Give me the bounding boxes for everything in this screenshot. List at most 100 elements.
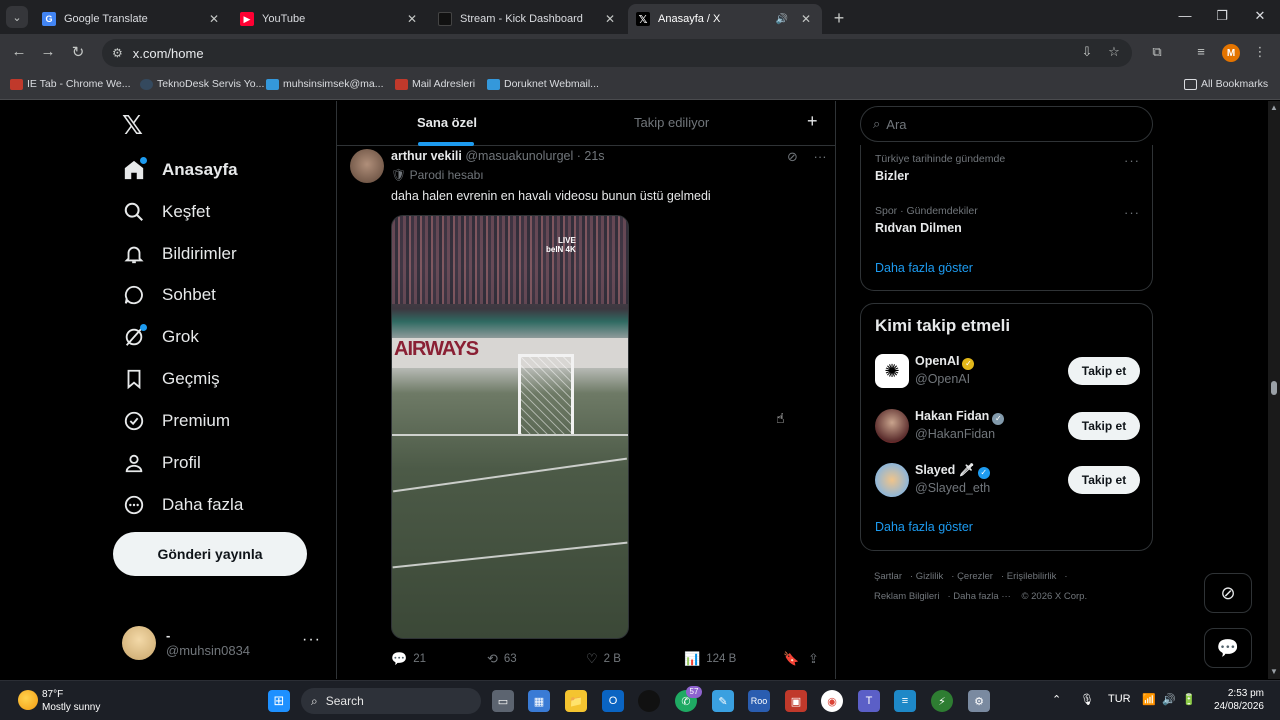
chrome-icon[interactable]: ◉ bbox=[821, 690, 843, 712]
weather-widget[interactable]: 87°F Mostly sunny bbox=[42, 688, 100, 714]
share-button[interactable]: ⇪ bbox=[808, 651, 825, 667]
task-view-icon[interactable]: ▭ bbox=[492, 690, 514, 712]
store-icon[interactable]: ▦ bbox=[528, 690, 550, 712]
nav-home[interactable]: Anasayfa bbox=[122, 155, 238, 185]
install-app-icon[interactable]: ⇩ bbox=[1078, 44, 1096, 60]
app-icon[interactable] bbox=[638, 690, 660, 712]
tab-kick-dashboard[interactable]: Stream - Kick Dashboard ✕ bbox=[430, 4, 626, 34]
bookmark-ie-tab[interactable]: IE Tab - Chrome We... bbox=[10, 78, 130, 90]
close-window-icon[interactable]: ✕ bbox=[1250, 8, 1270, 24]
page-scrollbar[interactable]: ▲ ▼ bbox=[1268, 101, 1280, 679]
address-bar[interactable]: ⚙ x.com/home bbox=[102, 39, 1132, 67]
like-button[interactable]: ♡ 2 B bbox=[586, 651, 621, 667]
profile-avatar[interactable]: M bbox=[1222, 44, 1240, 62]
messages-fab-icon[interactable]: 💬 bbox=[1204, 628, 1252, 668]
follow-button[interactable]: Takip et bbox=[1068, 412, 1140, 440]
taskbar-search[interactable]: ⌕ Search bbox=[301, 688, 481, 714]
weather-sun-icon[interactable] bbox=[18, 690, 38, 710]
scroll-up-icon[interactable]: ▲ bbox=[1268, 103, 1280, 112]
all-bookmarks[interactable]: All Bookmarks bbox=[1184, 78, 1268, 90]
microphone-icon[interactable]: 🎙 bbox=[1080, 693, 1094, 706]
reload-icon[interactable]: ↻ bbox=[68, 43, 88, 61]
account-more-icon[interactable]: ··· bbox=[302, 631, 321, 649]
grok-fab-icon[interactable]: ⊘ bbox=[1204, 573, 1252, 613]
app-icon[interactable]: ✎ bbox=[712, 690, 734, 712]
star-icon[interactable]: ☆ bbox=[1105, 44, 1123, 60]
search-input[interactable]: ⌕ Ara bbox=[860, 106, 1153, 142]
footer-link[interactable]: Çerezler bbox=[957, 571, 993, 582]
bookmark-mail[interactable]: muhsinsimsek@ma... bbox=[266, 78, 384, 90]
close-tab-icon[interactable]: ✕ bbox=[404, 12, 420, 26]
tab-google-translate[interactable]: G Google Translate ✕ bbox=[34, 4, 230, 34]
tray-overflow-icon[interactable]: ⌃ bbox=[1052, 693, 1061, 706]
grok-icon[interactable]: ⊘ bbox=[787, 149, 798, 164]
app-icon[interactable]: ⚡ bbox=[931, 690, 953, 712]
speaker-icon[interactable]: 🔊 bbox=[776, 14, 788, 25]
nav-more[interactable]: Daha fazla bbox=[122, 490, 243, 520]
bookmark-teknodesk[interactable]: TeknoDesk Servis Yo... bbox=[140, 78, 264, 90]
nav-profile[interactable]: Profil bbox=[122, 448, 201, 478]
tweet-author-name[interactable]: arthur vekili bbox=[391, 149, 462, 163]
volume-icon[interactable]: 🔊 bbox=[1162, 693, 1176, 706]
roo-icon[interactable]: Roo bbox=[748, 690, 770, 712]
reply-button[interactable]: 💬 21 bbox=[391, 651, 426, 667]
close-tab-icon[interactable]: ✕ bbox=[798, 12, 814, 26]
scroll-thumb[interactable] bbox=[1271, 381, 1277, 395]
tab-youtube[interactable]: ▶ YouTube ✕ bbox=[232, 4, 428, 34]
minimize-icon[interactable]: — bbox=[1175, 8, 1195, 23]
tweet-time[interactable]: · 21s bbox=[577, 149, 605, 163]
battery-icon[interactable]: 🔋 bbox=[1182, 693, 1196, 706]
suggestion-slayed[interactable]: Slayed 🗡 ✓ @Slayed_eth Takip et bbox=[875, 463, 1140, 499]
footer-link[interactable]: Şartlar bbox=[874, 571, 902, 582]
tab-for-you[interactable]: Sana özel bbox=[417, 115, 477, 130]
site-info-icon[interactable]: ⚙ bbox=[112, 46, 123, 60]
media-controls-icon[interactable]: ≡ bbox=[1192, 44, 1210, 59]
bookmark-button[interactable]: 🔖 bbox=[783, 651, 805, 667]
footer-link[interactable]: Daha fazla ··· bbox=[953, 591, 1011, 602]
more-icon[interactable]: ··· bbox=[814, 149, 827, 164]
trend-item[interactable]: Spor · Gündemdekiler Rıdvan Dilmen ··· bbox=[875, 205, 1140, 235]
post-button[interactable]: Gönderi yayınla bbox=[113, 532, 307, 576]
tab-x-home[interactable]: 𝕏 Anasayfa / X 🔊 ✕ bbox=[628, 4, 822, 34]
notes-icon[interactable]: ≡ bbox=[894, 690, 916, 712]
tab-search-button[interactable]: ⌄ bbox=[6, 6, 28, 28]
more-icon[interactable]: ··· bbox=[1124, 153, 1140, 168]
tweet-author-handle[interactable]: @masuakunolurgel bbox=[465, 149, 573, 163]
footer-link[interactable]: Gizlilik bbox=[916, 571, 943, 582]
nav-explore[interactable]: Keşfet bbox=[122, 197, 210, 227]
tweet-video[interactable]: LIVE beIN 4K AIRWAYS bbox=[391, 215, 629, 639]
suggestion-openai[interactable]: ✺ OpenAI ✓ @OpenAI Takip et bbox=[875, 354, 1140, 390]
extensions-icon[interactable]: ⧉ bbox=[1148, 44, 1166, 60]
x-logo-icon[interactable]: 𝕏 bbox=[122, 111, 143, 141]
follow-button[interactable]: Takip et bbox=[1068, 357, 1140, 385]
windows-start-icon[interactable]: ⊞ bbox=[268, 690, 290, 712]
footer-link[interactable]: Erişilebilirlik bbox=[1007, 571, 1057, 582]
suggestion-hakan-fidan[interactable]: Hakan Fidan ✓ @HakanFidan Takip et bbox=[875, 409, 1140, 445]
avatar[interactable] bbox=[350, 149, 384, 183]
back-icon[interactable]: ← bbox=[9, 43, 29, 60]
tab-following[interactable]: Takip ediliyor bbox=[634, 115, 709, 130]
wifi-icon[interactable]: 📶 bbox=[1142, 693, 1156, 706]
nav-chat[interactable]: Sohbet bbox=[122, 280, 216, 310]
menu-kebab-icon[interactable]: ⋮ bbox=[1251, 44, 1269, 60]
forward-icon[interactable]: → bbox=[38, 43, 58, 60]
bookmark-doruknet[interactable]: Doruknet Webmail... bbox=[487, 78, 599, 90]
settings-icon[interactable]: ⚙ bbox=[968, 690, 990, 712]
account-switcher[interactable]: - @muhsin0834 bbox=[122, 626, 250, 660]
close-tab-icon[interactable]: ✕ bbox=[602, 12, 618, 26]
bookmark-mail-adresleri[interactable]: Mail Adresleri bbox=[395, 78, 475, 90]
views-button[interactable]: 📊 124 B bbox=[684, 651, 736, 667]
close-tab-icon[interactable]: ✕ bbox=[206, 12, 222, 26]
scroll-down-icon[interactable]: ▼ bbox=[1268, 667, 1280, 676]
follow-button[interactable]: Takip et bbox=[1068, 466, 1140, 494]
nav-premium[interactable]: Premium bbox=[122, 406, 230, 436]
more-icon[interactable]: ··· bbox=[1124, 205, 1140, 220]
file-explorer-icon[interactable]: 📁 bbox=[565, 690, 587, 712]
add-feed-icon[interactable]: + bbox=[807, 111, 818, 132]
trend-item[interactable]: Türkiye tarihinde gündemde Bizler ··· bbox=[875, 153, 1140, 183]
show-more-link[interactable]: Daha fazla göster bbox=[875, 261, 973, 275]
nav-bookmarks[interactable]: Geçmiş bbox=[122, 364, 220, 394]
nav-notifications[interactable]: Bildirimler bbox=[122, 239, 237, 269]
new-tab-button[interactable]: + bbox=[831, 8, 847, 29]
show-more-link[interactable]: Daha fazla göster bbox=[875, 520, 973, 534]
